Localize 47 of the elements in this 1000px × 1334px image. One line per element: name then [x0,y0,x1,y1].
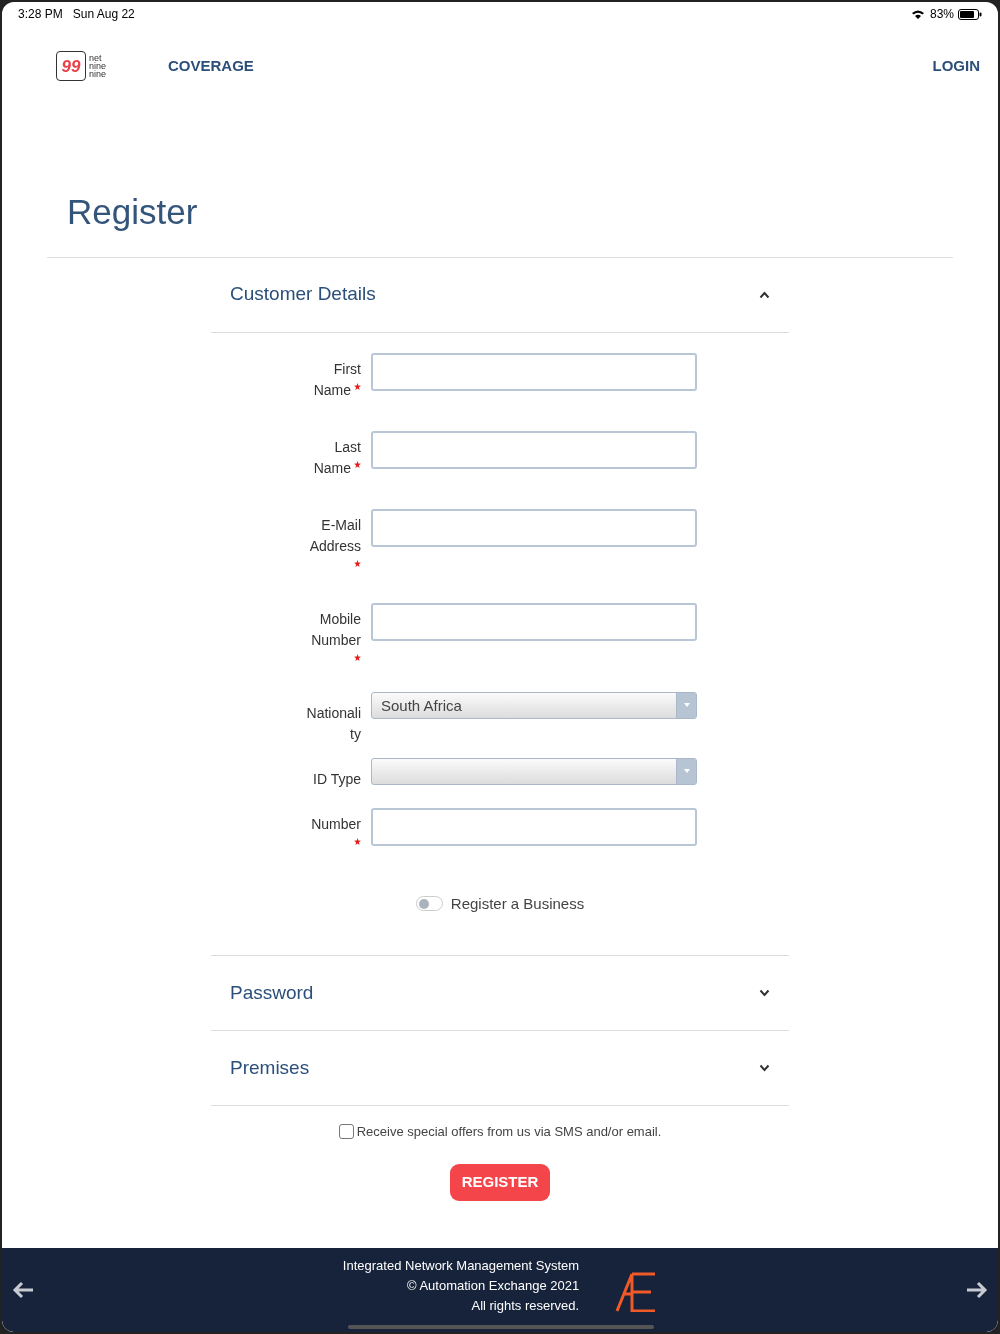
dropdown-arrow-icon [683,769,690,773]
field-label: Last [334,438,361,455]
offers-label: Receive special offers from us via SMS and/or email. [356,1123,662,1141]
battery-icon [958,8,982,20]
field-label: Name [313,381,351,398]
field-label: Address [309,537,361,554]
text-field[interactable] [371,352,697,391]
offers-checkbox[interactable] [338,1124,354,1140]
section-header[interactable]: Password [211,956,789,1031]
toggle-label: Register a Business [450,893,585,914]
field-label: Number [311,631,361,648]
chevron-up-icon [759,290,770,299]
chevron-down-icon [759,989,770,997]
text-field[interactable] [371,602,697,641]
battery-percent: 83% [929,6,954,23]
text-field[interactable] [371,807,697,846]
field-label: Number [311,815,361,832]
field-label: ty [350,725,361,742]
login-link[interactable]: LOGIN [932,54,980,78]
page-title: Register [67,191,199,233]
field-label: Name [313,459,351,476]
status-date: Sun Aug 22 [72,6,135,23]
field-label: E-Mail [321,516,361,533]
ae-logo-icon [615,1272,658,1312]
text-field[interactable] [371,508,697,547]
forward-arrow-icon[interactable] [966,1281,988,1299]
field-label: First [333,360,361,377]
field-label: ID Type [313,770,361,787]
section-header[interactable]: Customer Details [211,257,789,333]
register-button[interactable]: REGISTER [450,1163,550,1201]
section-header[interactable]: Premises [211,1031,789,1106]
toggle-switch[interactable] [415,896,443,912]
wifi-icon [910,9,925,19]
dropdown-value: South Africa [381,696,462,714]
dropdown-field[interactable]: South Africa [371,691,697,719]
dropdown-field[interactable] [371,757,697,785]
back-arrow-icon[interactable] [12,1281,34,1299]
status-time: 3:28 PM [18,6,63,23]
field-label: Nationali [306,704,361,721]
footer-text: © Automation Exchange 2021 [406,1277,580,1295]
footer-text: All rights reserved. [471,1297,580,1315]
nav-link[interactable]: COVERAGE [168,54,254,78]
text-field[interactable] [371,430,697,469]
chevron-down-icon [759,1064,770,1072]
footer-text: Integrated Network Management System [342,1257,580,1275]
dropdown-arrow-icon [683,703,690,707]
field-label: Mobile [319,610,361,627]
